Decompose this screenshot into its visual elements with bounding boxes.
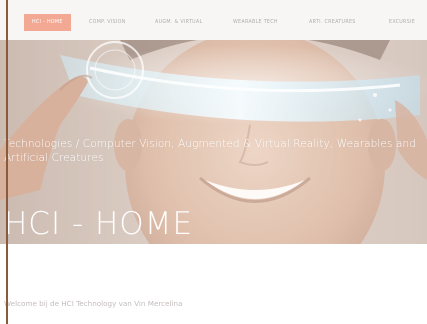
nav-item-comp-vision[interactable]: COMP. VISION [89,16,126,30]
hero-tagline: Technologies / Computer Vision, Augmente… [4,138,417,164]
nav-item-augm-virtual[interactable]: AUGM. & VIRTUAL [155,16,203,30]
hero-banner: Technologies / Computer Vision, Augmente… [0,40,427,244]
nav-item-wearable-tech[interactable]: WEARABLE TECH [233,16,278,30]
nav-item-hci-home[interactable]: HCI - HOME [24,14,71,31]
nav-item-excursie[interactable]: EXCURSIE [389,16,415,30]
hero-title: HCI - HOME [4,206,194,242]
page: HCI - HOME COMP. VISION AUGM. & VIRTUAL … [0,0,427,324]
top-navigation-bar: HCI - HOME COMP. VISION AUGM. & VIRTUAL … [0,0,427,40]
welcome-text: Welcome bij de HCI Technology van Vin Me… [4,299,183,308]
left-border-line [6,0,8,324]
nav-item-arti-creatures[interactable]: ARTI. CREATURES [309,16,356,30]
